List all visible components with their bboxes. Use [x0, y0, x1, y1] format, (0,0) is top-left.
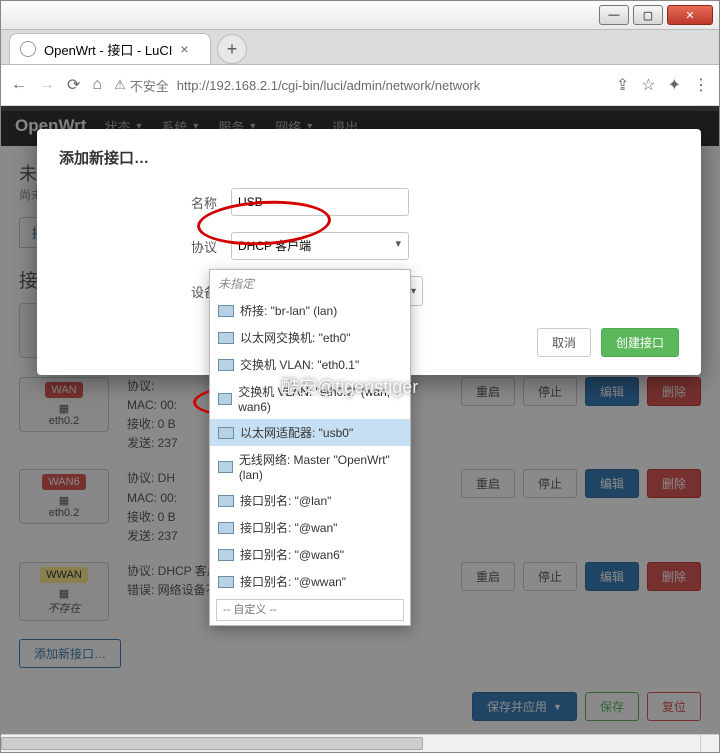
nic-icon: [218, 495, 234, 507]
nic-icon: [218, 305, 234, 317]
tab-close-icon[interactable]: ×: [180, 41, 188, 57]
nic-icon: [218, 549, 234, 561]
field-name: 名称: [59, 188, 679, 216]
reload-icon[interactable]: ⟳: [67, 75, 80, 95]
dropdown-item[interactable]: 以太网交换机: "eth0": [210, 324, 410, 351]
window-maximize-button[interactable]: ▢: [633, 5, 663, 25]
menu-icon[interactable]: ⋮: [693, 75, 709, 95]
security-warning: ⚠不安全: [114, 76, 169, 95]
create-interface-button[interactable]: 创建接口: [601, 328, 679, 357]
dropdown-custom-input[interactable]: [216, 599, 404, 621]
extensions-icon[interactable]: ✦: [668, 75, 681, 95]
nic-icon: [218, 427, 234, 439]
field-protocol: 协议 DHCP 客户端: [59, 232, 679, 260]
protocol-select[interactable]: DHCP 客户端: [231, 232, 409, 260]
dropdown-item-selected[interactable]: 以太网适配器: "usb0": [210, 419, 410, 446]
warning-icon: ⚠: [114, 77, 126, 93]
tab-favicon: [20, 41, 36, 57]
security-warning-text: 不安全: [130, 76, 169, 95]
browser-tab-strip: OpenWrt - 接口 - LuCI × +: [1, 30, 719, 65]
address-bar[interactable]: ⚠不安全 http://192.168.2.1/cgi-bin/luci/adm…: [114, 76, 604, 95]
name-label: 名称: [59, 193, 231, 212]
dropdown-item[interactable]: 桥接: "br-lan" (lan): [210, 297, 410, 324]
device-label: 设备: [59, 282, 231, 301]
dropdown-item[interactable]: 接口别名: "@wwan": [210, 568, 410, 595]
new-tab-button[interactable]: +: [217, 34, 247, 64]
nic-icon: [218, 332, 234, 344]
dropdown-item[interactable]: 接口别名: "@wan": [210, 514, 410, 541]
window-frame: — ▢ ✕ OpenWrt - 接口 - LuCI × + ← → ⟳ ⌂ ⚠不…: [0, 0, 720, 753]
horizontal-scrollbar[interactable]: [1, 734, 701, 752]
name-input[interactable]: [231, 188, 409, 216]
back-icon[interactable]: ←: [11, 76, 27, 94]
bookmark-icon[interactable]: ☆: [641, 75, 655, 95]
browser-toolbar: ← → ⟳ ⌂ ⚠不安全 http://192.168.2.1/cgi-bin/…: [1, 65, 719, 106]
share-icon[interactable]: ⇪: [616, 75, 629, 95]
title-bar: — ▢ ✕: [1, 1, 719, 30]
scroll-corner: [700, 734, 719, 752]
modal-title: 添加新接口…: [59, 147, 679, 168]
protocol-label: 协议: [59, 237, 231, 256]
cancel-button[interactable]: 取消: [537, 328, 591, 357]
window-close-button[interactable]: ✕: [667, 5, 713, 25]
window-minimize-button[interactable]: —: [599, 5, 629, 25]
nic-icon: [218, 461, 233, 473]
add-interface-modal: 添加新接口… 名称 协议 DHCP 客户端 设备 usb0 取消 创建接口: [37, 129, 701, 375]
dropdown-header: 未指定: [210, 270, 410, 297]
home-icon[interactable]: ⌂: [92, 76, 102, 94]
url-text: http://192.168.2.1/cgi-bin/luci/admin/ne…: [177, 78, 481, 93]
nic-icon: [218, 576, 234, 588]
dropdown-item[interactable]: 接口别名: "@wan6": [210, 541, 410, 568]
dropdown-item[interactable]: 无线网络: Master "OpenWrt" (lan): [210, 446, 410, 487]
dropdown-custom: [210, 595, 410, 625]
dropdown-item[interactable]: 交换机 VLAN: "eth0.2" (wan, wan6): [210, 378, 410, 419]
nic-icon: [218, 359, 234, 371]
scrollbar-thumb[interactable]: [1, 737, 423, 750]
forward-icon[interactable]: →: [39, 76, 55, 94]
browser-tab[interactable]: OpenWrt - 接口 - LuCI ×: [9, 33, 211, 64]
tab-title: OpenWrt - 接口 - LuCI: [44, 40, 172, 59]
dropdown-item[interactable]: 交换机 VLAN: "eth0.1": [210, 351, 410, 378]
nic-icon: [218, 393, 232, 405]
nic-icon: [218, 522, 234, 534]
dropdown-item[interactable]: 接口别名: "@lan": [210, 487, 410, 514]
device-dropdown: 未指定 桥接: "br-lan" (lan) 以太网交换机: "eth0" 交换…: [209, 269, 411, 626]
